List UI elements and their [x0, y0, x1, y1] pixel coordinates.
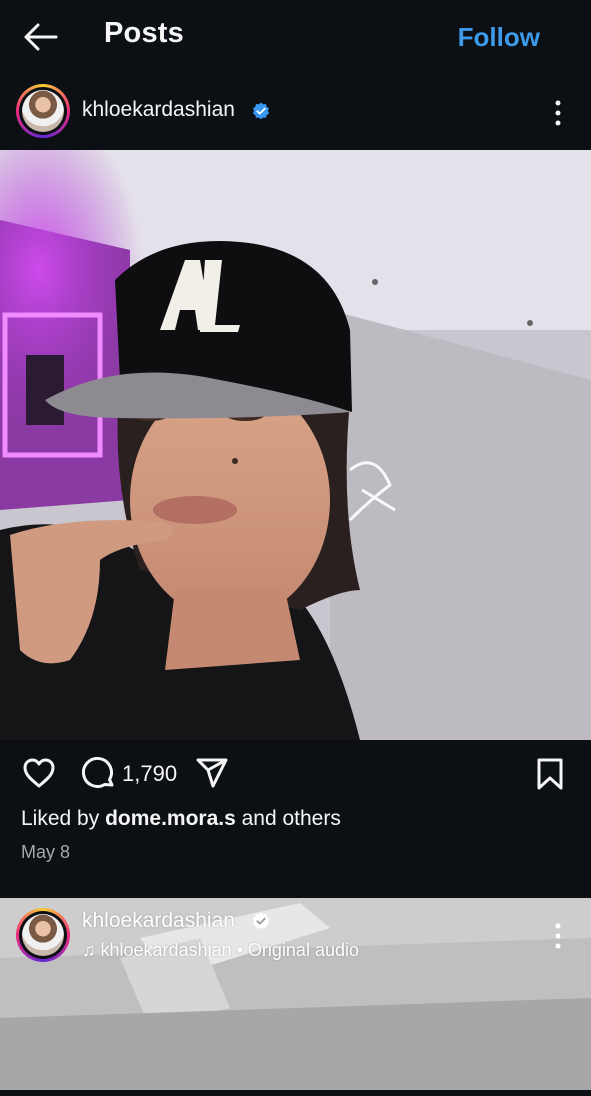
comment-count: 1,790: [122, 761, 178, 786]
post-date: May 8: [21, 842, 71, 862]
bottom-strip: [0, 1090, 591, 1096]
liked-by-user[interactable]: dome.mora.s: [105, 807, 236, 830]
more-options-icon[interactable]: [550, 99, 566, 127]
audio-user: khloekardashian: [100, 940, 232, 960]
avatar-ring: [19, 87, 67, 135]
next-more-options-icon[interactable]: [550, 922, 566, 950]
post-username[interactable]: khloekardashian: [82, 98, 235, 122]
next-avatar-image: [22, 914, 64, 956]
follow-button[interactable]: Follow: [458, 22, 540, 53]
audio-label: Original audio: [247, 940, 359, 960]
liked-by-text: Liked by dome.mora.s and others: [21, 807, 341, 831]
avatar-image: [22, 90, 64, 132]
post-image[interactable]: [0, 150, 591, 740]
heart-icon[interactable]: [22, 757, 56, 789]
music-note-icon: ♫: [82, 940, 96, 960]
liked-by-suffix[interactable]: and others: [236, 807, 341, 830]
next-post-avatar[interactable]: [16, 908, 70, 962]
next-post-username[interactable]: khloekardashian: [82, 909, 235, 933]
audio-separator: •: [231, 940, 248, 960]
verified-badge-icon: [253, 102, 269, 120]
comment-icon[interactable]: [82, 757, 116, 791]
arrow-left-icon[interactable]: [22, 22, 58, 52]
page-title: Posts: [104, 17, 184, 49]
audio-info[interactable]: ♫ khloekardashian • Original audio: [82, 940, 359, 961]
post-photo-illustration: [0, 150, 591, 740]
next-avatar-ring: [19, 911, 67, 959]
bookmark-icon[interactable]: [536, 757, 564, 791]
share-icon[interactable]: [195, 757, 229, 789]
next-verified-badge-icon: [253, 912, 269, 930]
liked-by-prefix: Liked by: [21, 807, 106, 830]
avatar[interactable]: [16, 84, 70, 138]
